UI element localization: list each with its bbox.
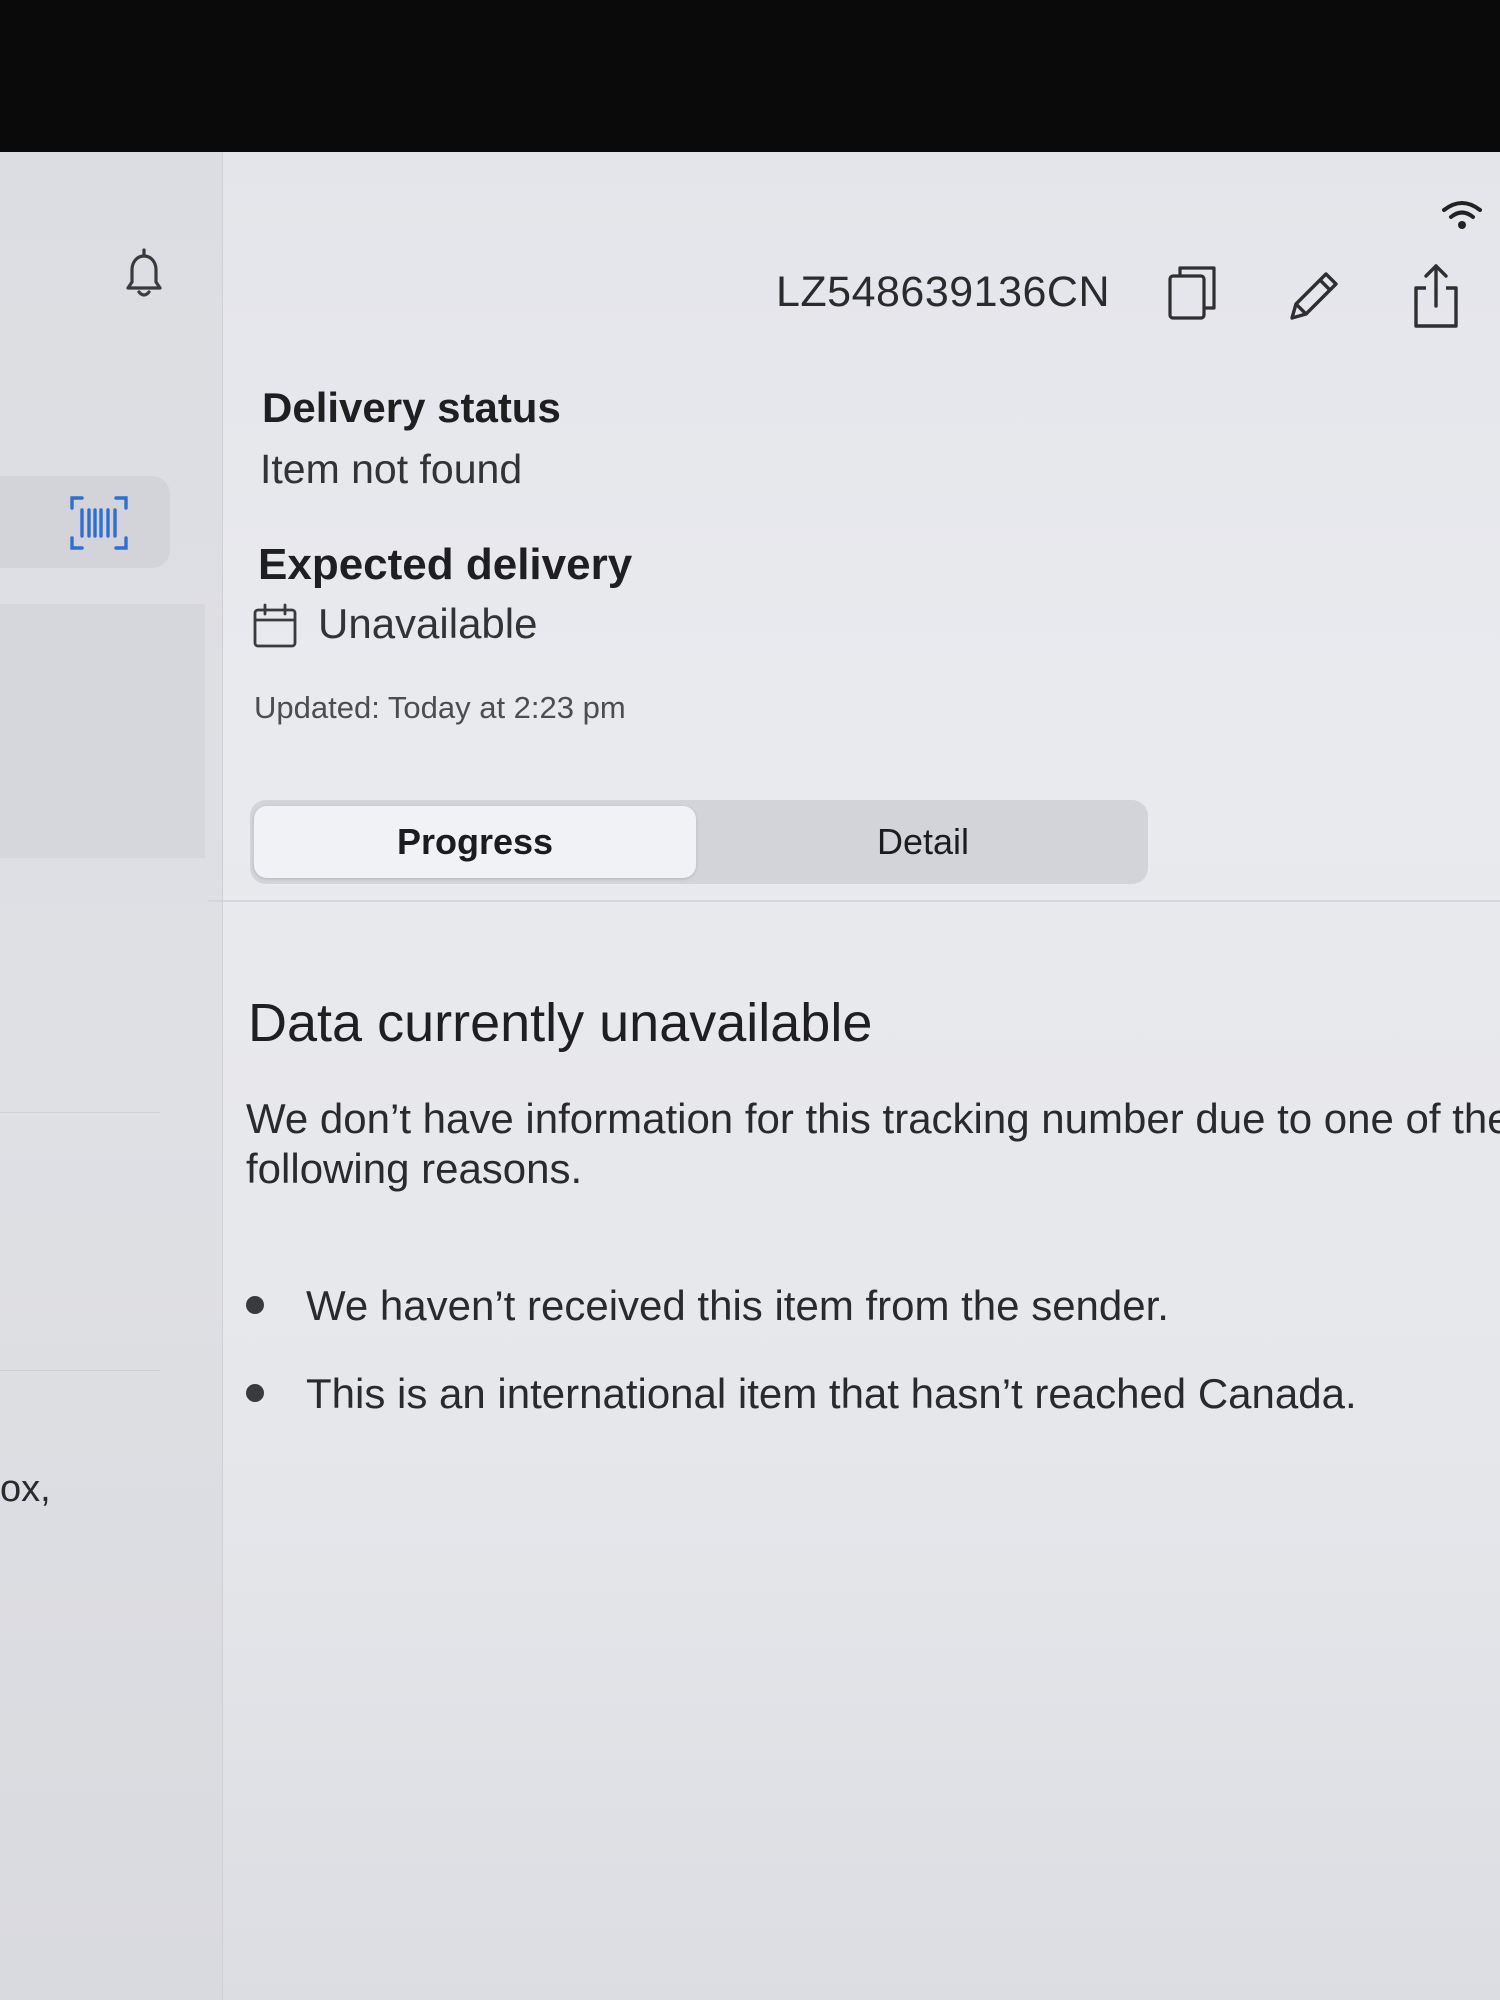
- reason-text: We haven’t received this item from the s…: [306, 1282, 1169, 1329]
- sidebar-item-scan[interactable]: [0, 476, 170, 568]
- sidebar-panel: [0, 604, 205, 858]
- barcode-scan-icon: [68, 494, 130, 552]
- list-item: This is an international item that hasn’…: [240, 1370, 1357, 1458]
- copy-icon[interactable]: [1162, 262, 1222, 326]
- bullet-icon: [246, 1296, 264, 1314]
- reasons-list: We haven’t received this item from the s…: [240, 1282, 1357, 1458]
- reason-text: This is an international item that hasn’…: [306, 1370, 1357, 1417]
- sidebar-divider: [0, 1370, 160, 1371]
- bell-icon[interactable]: [114, 244, 174, 304]
- wifi-icon: [1440, 198, 1484, 232]
- delivery-status-value: Item not found: [260, 446, 523, 492]
- view-segmented-control: Progress Detail: [250, 800, 1148, 884]
- tab-progress[interactable]: Progress: [254, 806, 696, 878]
- tab-detail[interactable]: Detail: [702, 806, 1144, 878]
- share-icon[interactable]: [1408, 262, 1468, 328]
- list-item: We haven’t received this item from the s…: [240, 1282, 1357, 1370]
- expected-delivery-label: Expected delivery: [258, 540, 633, 589]
- content-title: Data currently unavailable: [248, 993, 873, 1053]
- delivery-status-label: Delivery status: [262, 384, 561, 431]
- updated-timestamp: Updated: Today at 2:23 pm: [254, 690, 626, 725]
- sidebar-partial-text: ox,: [0, 1468, 51, 1510]
- content-body: We don’t have information for this track…: [246, 1095, 1500, 1192]
- sidebar: ox,: [0, 152, 223, 2000]
- pencil-icon[interactable]: [1282, 264, 1342, 328]
- sidebar-divider: [0, 1112, 160, 1113]
- calendar-icon: [252, 602, 298, 650]
- app-window: ox, LZ548639136CN Delivery status Item n…: [0, 152, 1500, 2000]
- bullet-icon: [246, 1384, 264, 1402]
- expected-delivery-value: Unavailable: [318, 600, 538, 647]
- content-divider: [208, 900, 1500, 902]
- tracking-number: LZ548639136CN: [776, 268, 1111, 316]
